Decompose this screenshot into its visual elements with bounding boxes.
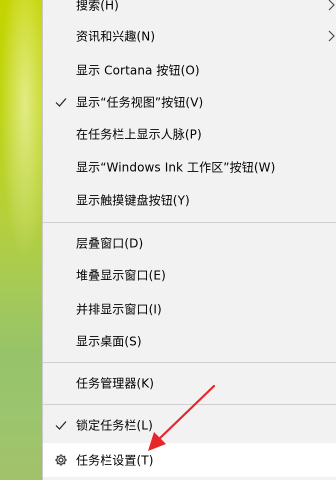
menu-item-label: 显示 Cortana 按钮(O) [76, 63, 200, 78]
menu-separator [43, 404, 336, 405]
menu-item-label: 显示“Windows Ink 工作区”按钮(W) [76, 160, 276, 175]
menu-item-taskbar-settings[interactable]: 任务栏设置(T) [43, 443, 336, 477]
gear-icon [55, 454, 67, 466]
menu-item-lock-taskbar[interactable]: 锁定任务栏(L) [43, 410, 336, 440]
menu-item-label: 任务管理器(K) [76, 376, 155, 391]
screen: 搜索(H) 资讯和兴趣(N) 显示 Cortana 按钮(O) 显示“任务视图”… [0, 0, 336, 480]
menu-separator [43, 362, 336, 363]
menu-item-show-windows-ink-button[interactable]: 显示“Windows Ink 工作区”按钮(W) [43, 152, 336, 182]
menu-item-cascade-windows[interactable]: 层叠窗口(D) [43, 228, 336, 258]
chevron-right-icon [328, 30, 335, 42]
menu-item-show-touch-keyboard-button[interactable]: 显示触摸键盘按钮(Y) [43, 185, 336, 215]
menu-item-show-task-view-button[interactable]: 显示“任务视图”按钮(V) [43, 87, 336, 117]
menu-item-label: 并排显示窗口(I) [76, 302, 162, 317]
chevron-right-icon [328, 0, 335, 11]
menu-item-news-and-interests[interactable]: 资讯和兴趣(N) [43, 21, 336, 51]
menu-item-side-by-side-windows[interactable]: 并排显示窗口(I) [43, 294, 336, 324]
checkmark-icon [55, 421, 67, 430]
menu-item-search[interactable]: 搜索(H) [43, 0, 336, 20]
menu-item-show-desktop[interactable]: 显示桌面(S) [43, 326, 336, 356]
menu-item-stack-windows[interactable]: 堆叠显示窗口(E) [43, 260, 336, 290]
menu-item-show-cortana-button[interactable]: 显示 Cortana 按钮(O) [43, 55, 336, 85]
menu-item-label: 显示触摸键盘按钮(Y) [76, 193, 190, 208]
desktop-wallpaper [0, 0, 42, 480]
menu-item-task-manager[interactable]: 任务管理器(K) [43, 368, 336, 398]
menu-item-label: 堆叠显示窗口(E) [76, 268, 166, 283]
menu-item-label: 显示“任务视图”按钮(V) [76, 95, 204, 110]
menu-item-label: 搜索(H) [76, 0, 119, 13]
checkmark-icon [55, 98, 67, 107]
menu-item-show-people[interactable]: 在任务栏上显示人脉(P) [43, 119, 336, 149]
menu-item-label: 资讯和兴趣(N) [76, 29, 156, 44]
menu-separator [43, 222, 336, 223]
menu-item-label: 任务栏设置(T) [76, 453, 154, 468]
taskbar-context-menu: 搜索(H) 资讯和兴趣(N) 显示 Cortana 按钮(O) 显示“任务视图”… [42, 0, 336, 480]
menu-item-label: 在任务栏上显示人脉(P) [76, 127, 202, 142]
menu-item-label: 显示桌面(S) [76, 334, 142, 349]
menu-item-label: 层叠窗口(D) [76, 236, 144, 251]
menu-item-label: 锁定任务栏(L) [76, 418, 153, 433]
